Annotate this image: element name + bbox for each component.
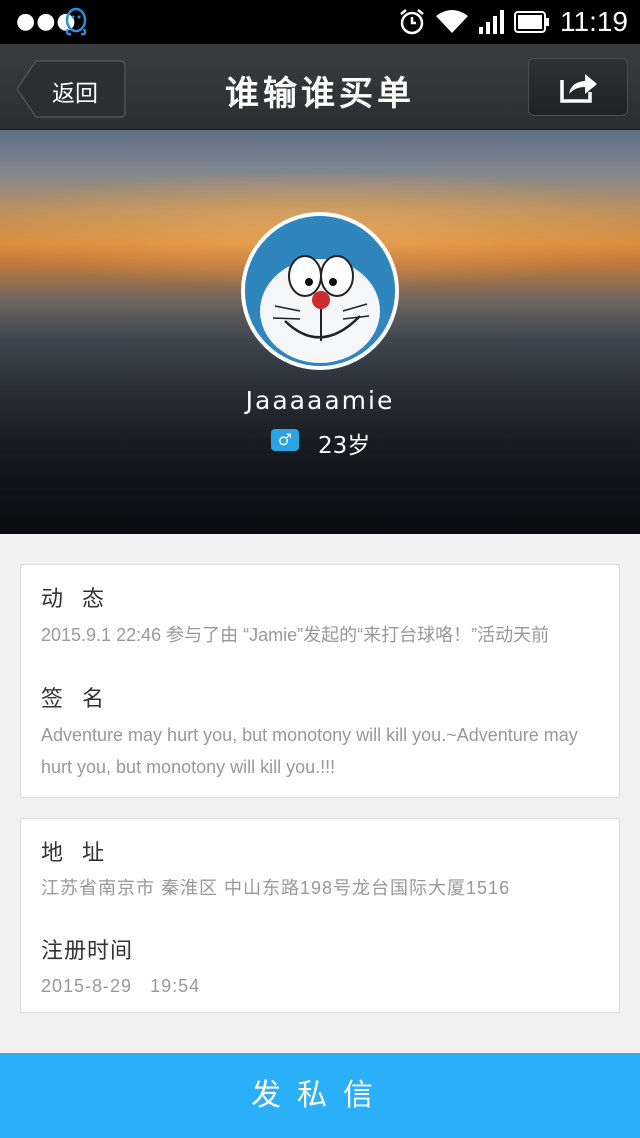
qq-penguin-icon: [65, 7, 87, 36]
register-time-value: 2015-8-29 19:54: [41, 976, 201, 996]
signature-value: Adventure may hurt you, but monotony wil…: [41, 725, 578, 777]
text-fade: [569, 619, 619, 651]
male-gender-icon: ♂: [271, 429, 299, 451]
navigation-bar: 返回 谁输谁买单: [0, 44, 640, 130]
clock-time: 11:19: [560, 6, 628, 37]
address-value: 江苏省南京市 秦淮区 中山东路198号龙台国际大厦1516: [41, 878, 511, 898]
share-button[interactable]: [528, 58, 628, 116]
back-button[interactable]: 返回: [16, 60, 126, 118]
signature-label: 签 名: [41, 687, 110, 712]
address-label: 地 址: [41, 841, 110, 866]
age-label: 23岁: [318, 433, 371, 459]
activity-signature-card: 动 态 2015.9.1 22:46 参与了由 “Jamie”发起的“来打台球咯…: [20, 564, 620, 798]
doraemon-avatar-image: [245, 216, 395, 366]
signal-icon: [479, 10, 504, 34]
share-icon: [560, 74, 597, 103]
register-time-label: 注册时间: [41, 939, 134, 964]
activity-value[interactable]: 2015.9.1 22:46 参与了由 “Jamie”发起的“来打台球咯！”活动…: [41, 619, 603, 651]
username: Jaaaaamie: [245, 386, 395, 415]
address-register-card: 地 址 江苏省南京市 秦淮区 中山东路198号龙台国际大厦1516 注册时间 2…: [20, 818, 620, 1013]
alarm-icon: [400, 9, 424, 35]
battery-icon: [514, 11, 549, 33]
activity-label: 动 态: [41, 587, 110, 612]
back-button-label: 返回: [52, 81, 98, 107]
status-bar: ●●● 11:19: [0, 0, 640, 44]
profile-header: Jaaaaamie ♂ 23岁: [0, 130, 640, 534]
page-title: 谁输谁买单: [225, 74, 415, 114]
send-private-message-button[interactable]: 发私信: [0, 1053, 640, 1138]
wifi-icon: [436, 10, 468, 33]
avatar[interactable]: [241, 212, 399, 370]
